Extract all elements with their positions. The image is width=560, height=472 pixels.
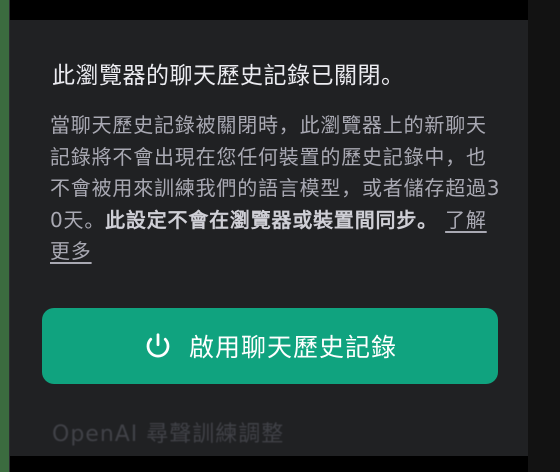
- sync-notice: 此設定不會在瀏覽器或裝置間同步。: [105, 207, 438, 232]
- enable-chat-history-button[interactable]: 啟用聊天歷史記錄: [42, 308, 498, 384]
- app-window: 此瀏覽器的聊天歷史記錄已關閉。 當聊天歷史記錄被關閉時，此瀏覽器上的新聊天記錄將…: [0, 0, 560, 472]
- chat-history-disabled-panel: 此瀏覽器的聊天歷史記錄已關閉。 當聊天歷史記錄被關閉時，此瀏覽器上的新聊天記錄將…: [10, 20, 528, 456]
- panel-description: 當聊天歷史記錄被關閉時，此瀏覽器上的新聊天記錄將不會出現在您任何裝置的歷史記錄中…: [50, 110, 502, 268]
- right-edge-pane: [528, 0, 560, 472]
- left-edge-strip: [0, 0, 10, 472]
- top-bar: [10, 0, 528, 20]
- bottom-bar: [10, 456, 528, 472]
- background-faded-text: OpenAI 尋聲訓練調整: [52, 422, 285, 447]
- panel-title: 此瀏覽器的聊天歷史記錄已關閉。: [52, 63, 405, 89]
- enable-button-label: 啟用聊天歷史記錄: [188, 333, 397, 362]
- power-icon: [146, 333, 170, 358]
